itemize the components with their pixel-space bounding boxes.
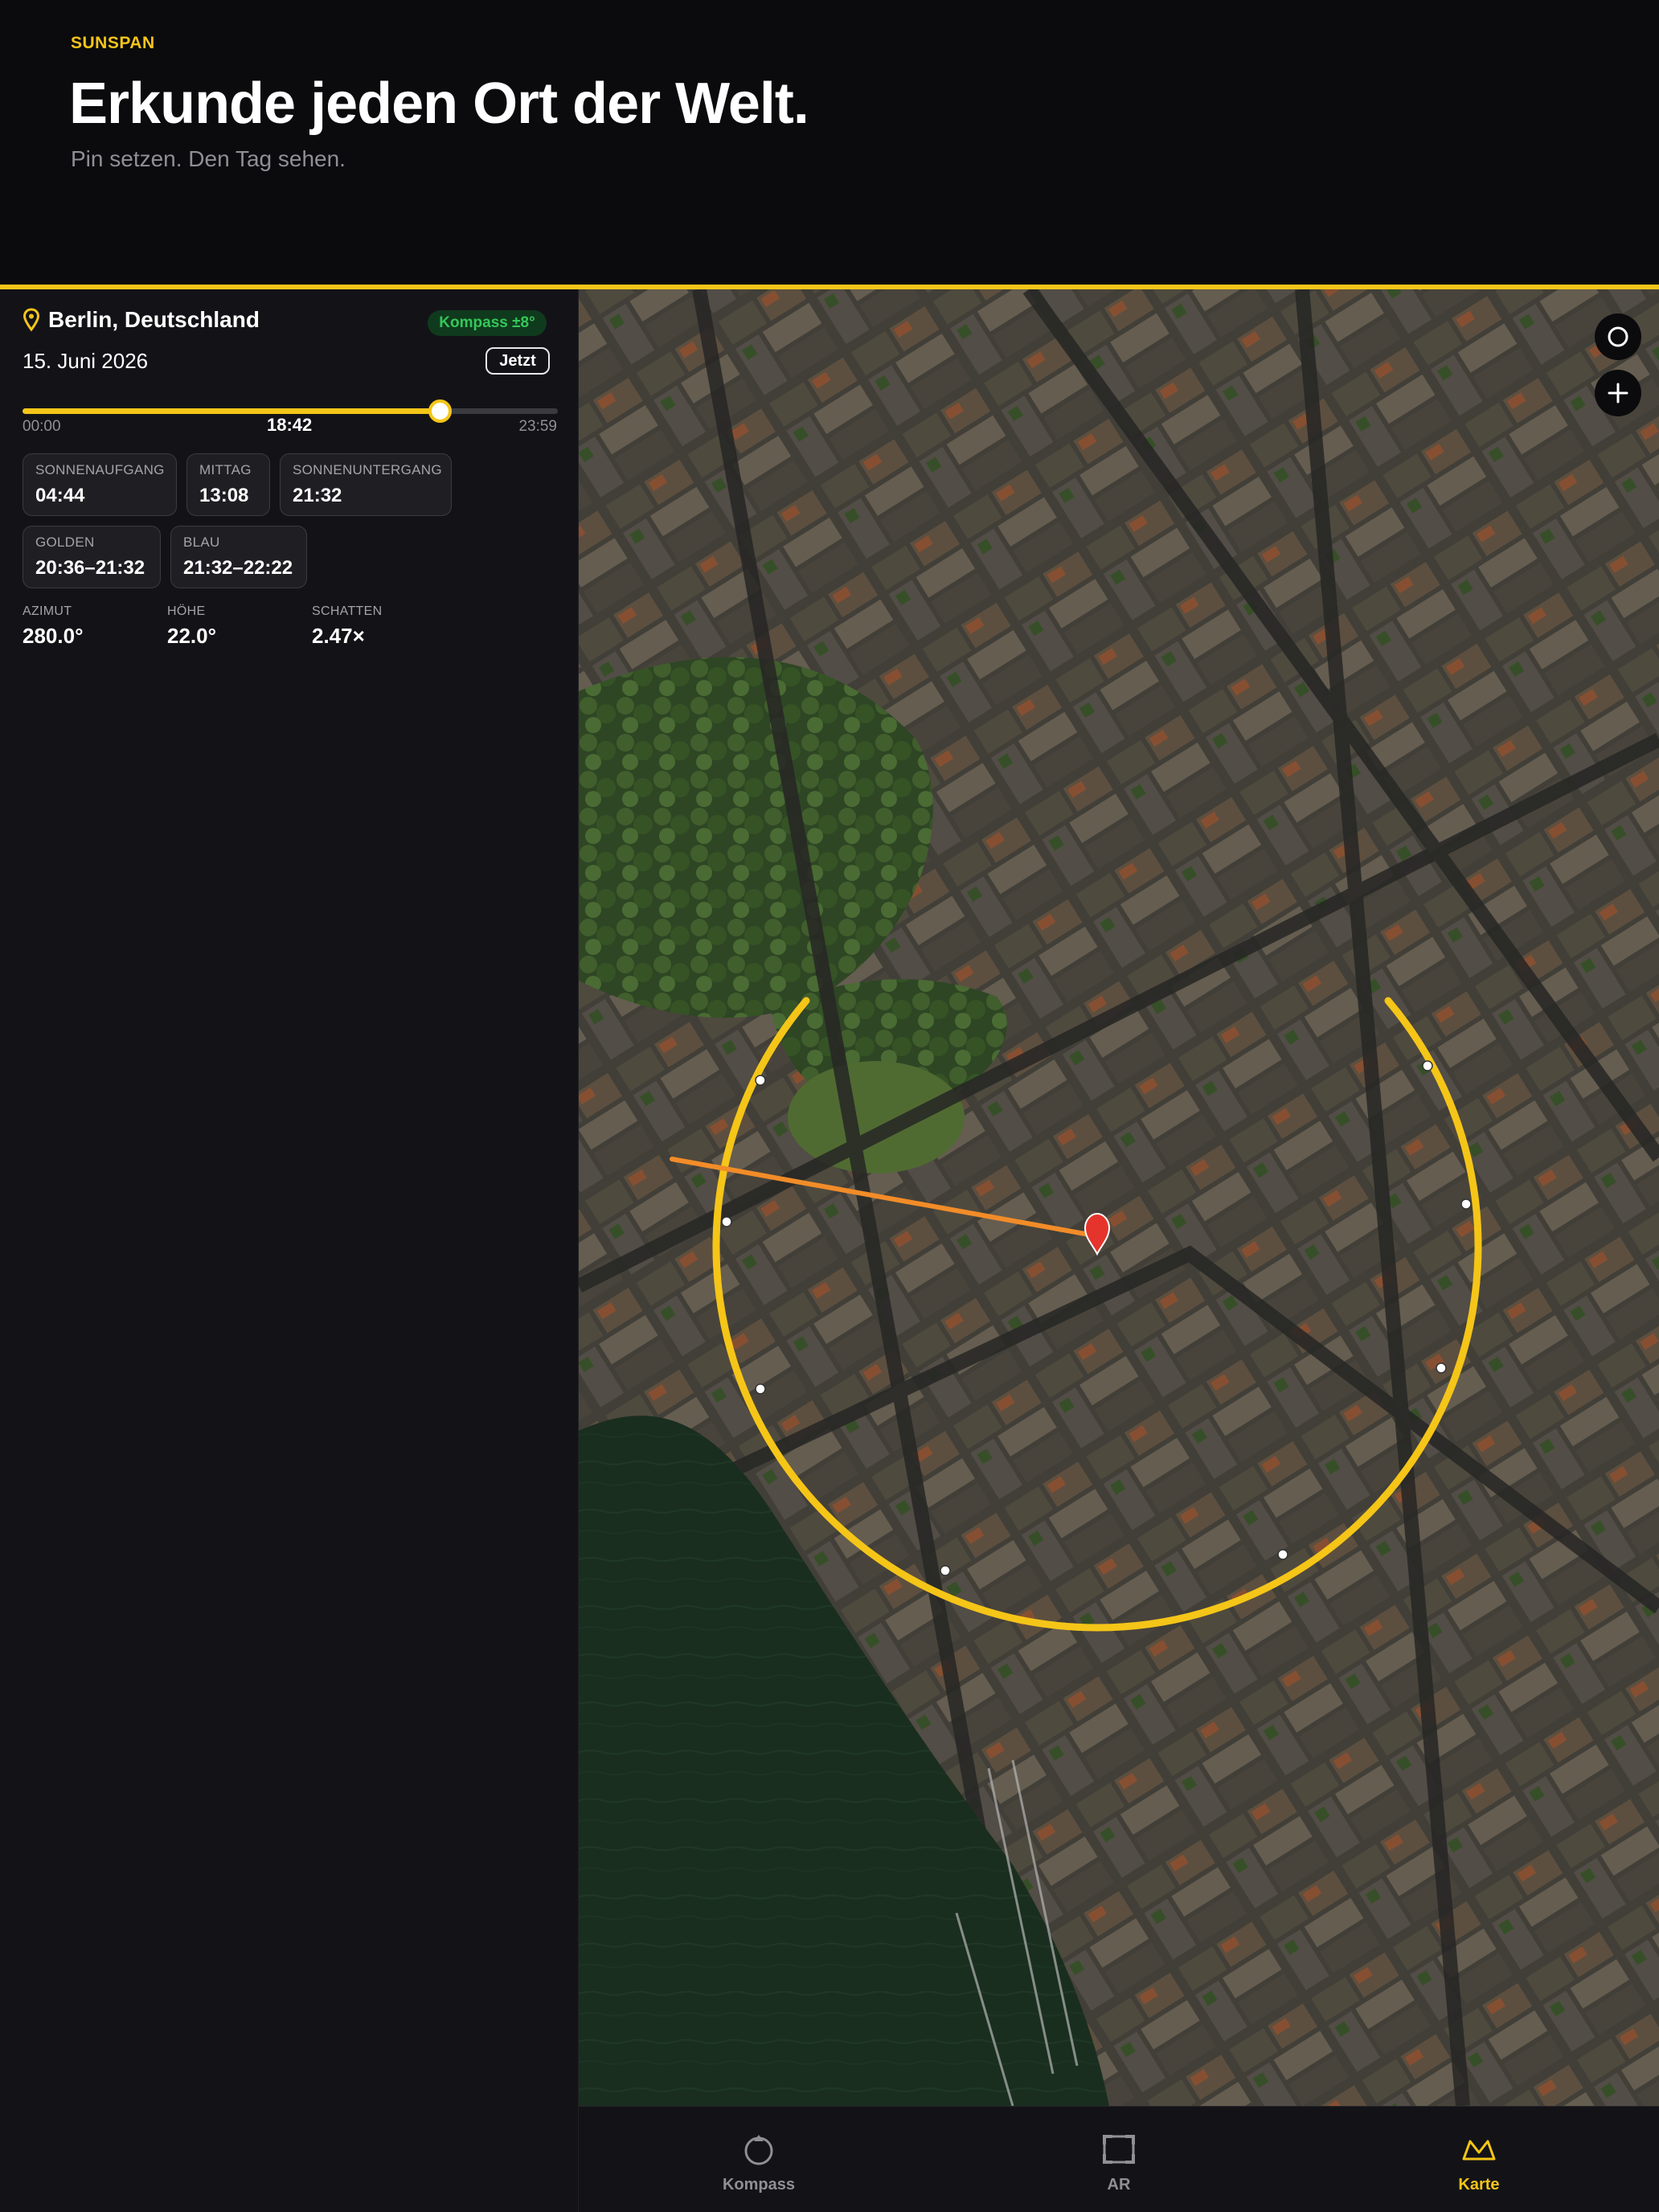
tab-label: Kompass	[722, 2176, 796, 2194]
stat-label: HÖHE	[167, 604, 206, 618]
compass-icon	[744, 2135, 773, 2165]
map-pin-icon	[23, 308, 40, 332]
shadow-stat: SCHATTEN 2.47×	[312, 604, 382, 649]
blue-hour-tile: BLAU 21:32–22:22	[170, 526, 307, 588]
tab-label: Karte	[1458, 2176, 1500, 2194]
add-pin-button[interactable]	[1595, 370, 1641, 416]
stat-value: 280.0°	[23, 624, 84, 648]
tile-value: 20:36–21:32	[35, 557, 145, 579]
stat-value: 2.47×	[312, 624, 365, 648]
tab-bar: Kompass AR Karte	[579, 2106, 1659, 2212]
aerial-map-image	[579, 289, 1659, 2106]
headline: Erkunde jeden Ort der Welt.	[69, 72, 809, 136]
tile-value: 21:32	[293, 485, 342, 506]
tab-label: AR	[1107, 2176, 1131, 2194]
tile-label: SONNENAUFGANG	[35, 462, 165, 477]
now-button[interactable]: Jetzt	[485, 347, 550, 375]
stat-label: AZIMUT	[23, 604, 72, 618]
time-slider-fill	[23, 408, 440, 414]
map-view[interactable]	[579, 289, 1659, 2106]
tab-karte[interactable]: Karte	[1358, 2107, 1600, 2212]
sunset-tile: SONNENUNTERGANG 21:32	[280, 453, 452, 516]
compass-accuracy-badge: Kompass ±8°	[428, 310, 547, 336]
timeline-start: 00:00	[23, 418, 61, 435]
tile-label: GOLDEN	[35, 535, 95, 550]
tile-label: BLAU	[183, 535, 220, 550]
subline: Pin setzen. Den Tag sehen.	[71, 146, 346, 171]
tile-label: MITTAG	[199, 462, 252, 477]
tab-ar[interactable]: AR	[998, 2107, 1239, 2212]
timeline-current: 18:42	[267, 415, 313, 435]
tile-value: 21:32–22:22	[183, 557, 293, 579]
stat-label: SCHATTEN	[312, 604, 383, 618]
azimuth-stat: AZIMUT 280.0°	[23, 604, 83, 649]
location-name: Berlin, Deutschland	[48, 307, 260, 332]
noon-tile: MITTAG 13:08	[186, 453, 270, 516]
stat-value: 22.0°	[167, 624, 217, 648]
elevation-stat: HÖHE 22.0°	[167, 604, 216, 649]
golden-hour-tile: GOLDEN 20:36–21:32	[23, 526, 161, 588]
tile-value: 04:44	[35, 485, 85, 506]
sun-info-panel: Berlin, Deutschland Kompass ±8° 15. Juni…	[0, 289, 579, 2212]
tile-value: 13:08	[199, 485, 249, 506]
ar-frame-icon	[1103, 2135, 1135, 2164]
tile-label: SONNENUNTERGANG	[293, 462, 442, 477]
time-slider-thumb[interactable]	[428, 399, 452, 423]
selected-date[interactable]: 15. Juni 2026	[23, 349, 148, 374]
timeline-end: 23:59	[518, 418, 557, 435]
hero-header: SUNSPAN Erkunde jeden Ort der Welt. Pin …	[0, 0, 1659, 285]
map-icon	[1462, 2140, 1496, 2161]
tab-kompass[interactable]: Kompass	[638, 2107, 879, 2212]
circle-icon	[1608, 326, 1628, 347]
location-row[interactable]: Berlin, Deutschland	[23, 307, 260, 333]
sunrise-tile: SONNENAUFGANG 04:44	[23, 453, 177, 516]
locate-button[interactable]	[1595, 313, 1641, 360]
plus-icon	[1608, 383, 1628, 403]
brand-label: SUNSPAN	[71, 34, 155, 52]
